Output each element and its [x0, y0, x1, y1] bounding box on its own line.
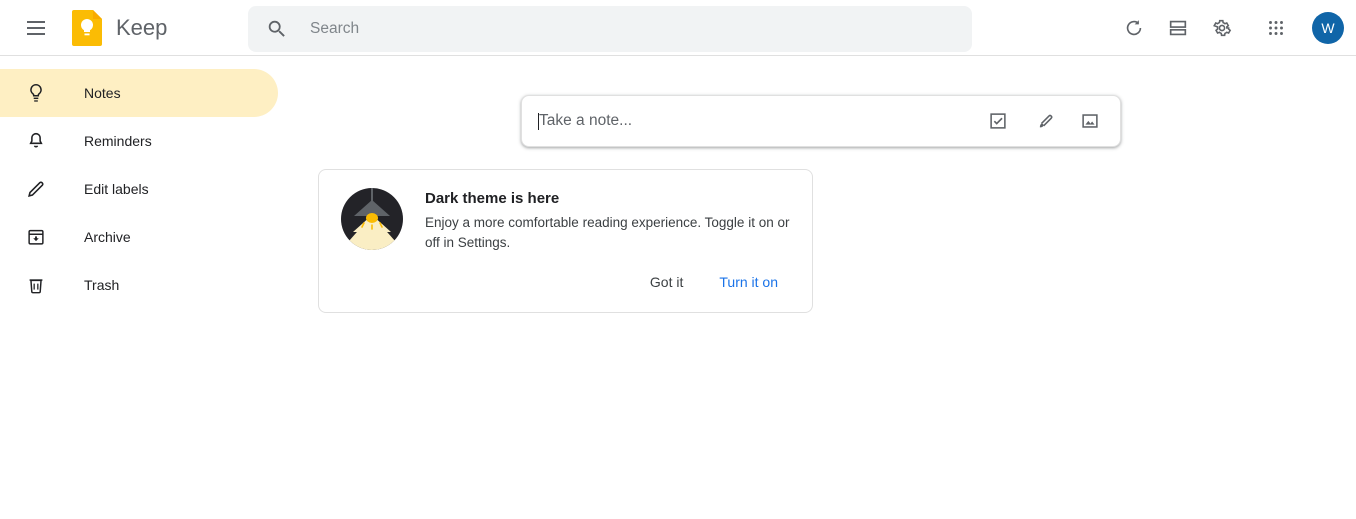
sidebar-item-label: Reminders [84, 133, 152, 149]
list-view-icon[interactable] [1156, 6, 1200, 50]
sidebar-item-label: Trash [84, 277, 120, 293]
sidebar-item-edit-labels[interactable]: Edit labels [0, 165, 278, 213]
keep-lightbulb-logo [72, 9, 102, 46]
archive-box-icon [24, 225, 48, 249]
apps-grid-icon[interactable] [1254, 6, 1298, 50]
dark-theme-promo-card: Dark theme is here Enjoy a more comforta… [318, 169, 813, 313]
lightbulb-icon [24, 81, 48, 105]
app-title: Keep [116, 14, 168, 40]
card-text: Dark theme is here Enjoy a more comforta… [425, 188, 801, 253]
card-actions: Got it Turn it on [638, 266, 790, 298]
card-top: Dark theme is here Enjoy a more comforta… [319, 170, 812, 253]
new-list-checkbox-icon[interactable] [978, 101, 1018, 141]
brand[interactable]: Keep [72, 9, 168, 46]
hamburger-bar [27, 20, 45, 23]
trash-can-icon [24, 273, 48, 297]
sidebar-item-label: Archive [84, 229, 131, 245]
paintbrush-icon[interactable] [1024, 101, 1064, 141]
search-bar[interactable] [248, 6, 972, 52]
header-actions: W [1112, 0, 1356, 56]
sidebar-item-trash[interactable]: Trash [0, 261, 278, 309]
top-app-bar: Keep Search W [0, 0, 1356, 56]
card-body: Enjoy a more comfortable reading experie… [425, 215, 790, 250]
bell-icon [24, 129, 48, 153]
turn-it-on-button[interactable]: Turn it on [707, 266, 790, 298]
avatar[interactable]: W [1312, 12, 1344, 44]
refresh-icon[interactable] [1112, 6, 1156, 50]
dark-theme-lamp-illustration [341, 188, 403, 250]
sidebar: Notes Reminders Edit labels Archive Tras… [0, 57, 280, 519]
note-input-actions [972, 101, 1110, 141]
sidebar-item-notes[interactable]: Notes [0, 69, 278, 117]
hamburger-menu-icon[interactable] [12, 4, 60, 52]
hamburger-bar [27, 32, 45, 35]
search-icon [266, 18, 288, 40]
sidebar-item-reminders[interactable]: Reminders [0, 117, 278, 165]
card-title: Dark theme is here [425, 190, 560, 207]
pencil-icon [24, 177, 48, 201]
sidebar-item-archive[interactable]: Archive [0, 213, 278, 261]
search-input[interactable] [310, 20, 910, 38]
take-a-note-input[interactable]: Take a note... [521, 95, 1121, 147]
image-icon[interactable] [1070, 101, 1110, 141]
sidebar-item-label: Edit labels [84, 181, 149, 197]
got-it-button[interactable]: Got it [638, 266, 695, 298]
take-a-note-placeholder: Take a note... [539, 112, 633, 129]
main-content: Take a note... Dark theme is here Enjoy … [280, 57, 1356, 519]
sidebar-item-label: Notes [84, 85, 121, 101]
settings-gear-icon[interactable] [1200, 6, 1244, 50]
hamburger-bar [27, 26, 45, 29]
